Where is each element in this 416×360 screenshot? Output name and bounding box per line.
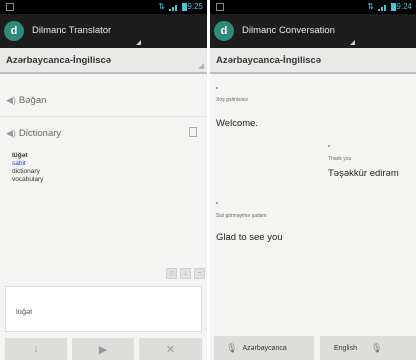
app-title[interactable]: Dilmanc Conversation [242,25,335,36]
microphone-icon: ↓ [33,343,39,355]
status-bar: ⇅ 09:24 [210,0,416,14]
dictionary-item: dictionary [12,168,40,175]
close-icon: ✕ [165,343,176,356]
left-language-label: Azərbaycanca [242,344,287,352]
language-selector[interactable]: Azərbaycanca-İngiliscə [210,48,416,74]
app-logo-icon[interactable]: d [214,21,234,41]
minus-button[interactable]: − [194,268,205,279]
clear-button[interactable]: ✕ [139,338,202,360]
arrow-down-button[interactable]: ↓ [180,268,191,279]
speaker-marker [328,145,330,147]
speak-english-button[interactable]: English 🎙︎ [320,336,416,360]
text-input[interactable]: lüğət [5,286,202,332]
text-input-value: lüğət [16,307,33,316]
action-bar: d Dilmanc Conversation [210,14,416,48]
right-language-label: English [334,344,357,352]
dictionary-results: lüğət sabit dictionary vocabulary [12,152,43,184]
conversation-screen: ⇅ 09:24 d Dilmanc Conversation Azərbayca… [210,0,416,360]
speaker-marker [216,202,218,204]
signal-icon [169,4,179,11]
app-logo-icon[interactable]: d [4,21,24,41]
network-icon: ⇅ [158,2,165,11]
message-text[interactable]: Welcome. [216,118,258,129]
notification-icon [216,3,224,11]
input-echo-text: Bəğan [18,95,47,106]
message-source: Xoş gəlmisiniz [216,97,248,103]
language-pair: Azərbaycanca-İngiliscə [6,55,112,66]
translate-button[interactable]: ▶ [72,338,134,360]
speak-azerbaijani-button[interactable]: 🎙︎ Azərbaycanca [214,336,314,360]
app-title[interactable]: Dilmanc Translator [32,25,111,36]
speaker-marker [216,87,218,89]
notification-icon [6,3,14,11]
divider [0,116,207,117]
dictionary-headword: lüğət [12,152,28,159]
speaker-icon[interactable]: ◀) [6,128,16,138]
microphone-icon: 🎙︎ [226,342,238,353]
dictionary-row[interactable]: ◀) Dictionary [6,128,61,139]
mode-spinner-indicator[interactable] [350,40,355,45]
language-pair: Azərbaycanca-İngiliscə [216,55,322,66]
copy-icon[interactable] [189,127,197,137]
input-speak-row[interactable]: ◀) Bəğan [6,95,46,106]
microphone-button[interactable]: ↓ [5,338,67,360]
dictionary-item[interactable]: sabit [12,160,43,168]
status-time: 09:24 [391,2,412,11]
play-icon: ▶ [98,343,108,356]
message-source: Sizi görməyimə şadam [216,213,267,219]
status-bar: ⇅ 09:25 [0,0,207,14]
signal-icon [378,4,388,11]
mode-spinner-indicator[interactable] [136,40,141,45]
message-source: Thank you [328,156,352,162]
dictionary-item: vocabulary [12,176,44,183]
dictionary-label: Dictionary [18,128,62,139]
status-time: 09:25 [182,2,203,11]
network-icon: ⇅ [367,2,374,11]
spinner-corner-icon [198,63,204,69]
message-text[interactable]: Təşəkkür edirəm [328,168,399,179]
microphone-icon: 🎙︎ [370,342,383,353]
translator-screen: ⇅ 09:25 d Dilmanc Translator Azərbaycanc… [0,0,207,360]
arrow-up-button[interactable]: ↑ [166,268,177,279]
language-selector[interactable]: Azərbaycanca-İngiliscə [0,48,207,74]
speaker-icon[interactable]: ◀) [6,95,16,105]
message-text[interactable]: Glad to see you [216,232,283,243]
action-bar: d Dilmanc Translator [0,14,207,48]
